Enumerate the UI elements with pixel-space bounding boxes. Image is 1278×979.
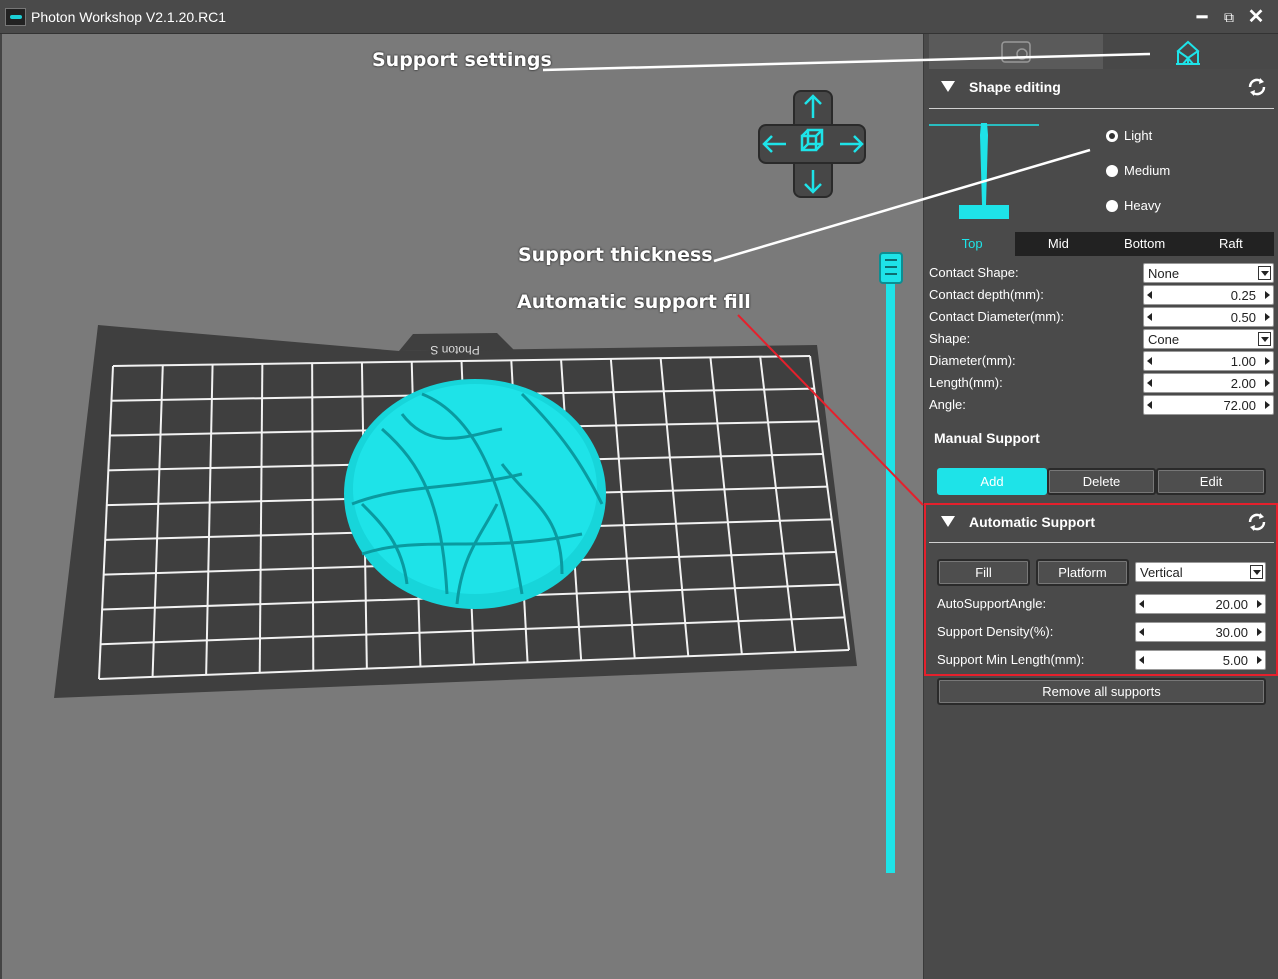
increase-arrow-icon[interactable]	[1257, 656, 1262, 664]
minimize-button[interactable]: ━	[1192, 6, 1212, 28]
automatic-support-title: Automatic Support	[969, 514, 1095, 530]
platform-button[interactable]: Platform	[1036, 559, 1129, 586]
refresh-icon[interactable]	[1245, 510, 1269, 534]
support-min-length-spinner[interactable]: 5.00	[1135, 650, 1266, 670]
annotation-support-settings: Support settings	[372, 49, 552, 71]
support-density-spinner[interactable]: 30.00	[1135, 622, 1266, 642]
layer-slider-track[interactable]	[886, 283, 895, 873]
shape-editing-header[interactable]: Shape editing	[924, 69, 1278, 105]
decrease-arrow-icon[interactable]	[1147, 357, 1152, 365]
auto-support-angle-row: AutoSupportAngle: 20.00	[937, 593, 1278, 615]
diameter-spinner[interactable]: 1.00	[1143, 351, 1274, 371]
contact-shape-select[interactable]: None	[1143, 263, 1274, 283]
dropdown-arrow-icon[interactable]	[1250, 565, 1263, 579]
increase-arrow-icon[interactable]	[1257, 600, 1262, 608]
length-spinner[interactable]: 2.00	[1143, 373, 1274, 393]
close-button[interactable]: ✕	[1246, 6, 1266, 28]
radio-dot[interactable]	[1106, 129, 1118, 142]
support-part-tabs: Top Mid Bottom Raft	[929, 232, 1274, 256]
increase-arrow-icon[interactable]	[1265, 291, 1270, 299]
manual-support-title: Manual Support	[934, 430, 1040, 446]
thickness-heavy-radio[interactable]: Heavy	[1106, 198, 1161, 213]
radio-dot[interactable]	[1106, 164, 1118, 177]
decrease-arrow-icon[interactable]	[1147, 401, 1152, 409]
increase-arrow-icon[interactable]	[1265, 357, 1270, 365]
printer-gear-icon	[1001, 41, 1031, 63]
tab-print-settings[interactable]	[929, 34, 1103, 69]
sphere-model[interactable]	[344, 379, 606, 609]
shape-select[interactable]: Cone	[1143, 329, 1274, 349]
radio-dot[interactable]	[1106, 199, 1118, 212]
auto-support-angle-spinner[interactable]: 20.00	[1135, 594, 1266, 614]
support-preview-icon	[929, 123, 1039, 219]
increase-arrow-icon[interactable]	[1265, 401, 1270, 409]
increase-arrow-icon[interactable]	[1265, 379, 1270, 387]
fill-button[interactable]: Fill	[937, 559, 1030, 586]
divider	[929, 542, 1274, 543]
divider	[929, 108, 1274, 109]
contact-depth-row: Contact depth(mm): 0.25	[929, 284, 1274, 306]
tab-raft[interactable]: Raft	[1188, 232, 1274, 256]
annotation-support-thickness: Support thickness	[518, 244, 713, 266]
title-bar: Photon Workshop V2.1.20.RC1 ━ ⧉ ✕	[0, 0, 1278, 34]
shape-editing-title: Shape editing	[969, 79, 1061, 95]
add-support-button[interactable]: Add	[937, 468, 1047, 495]
contact-diameter-row: Contact Diameter(mm): 0.50	[929, 306, 1274, 328]
contact-shape-row: Contact Shape: None	[929, 262, 1274, 284]
tab-mid[interactable]: Mid	[1015, 232, 1101, 256]
plate-label: Photon S	[430, 343, 479, 357]
angle-row: Angle: 72.00	[929, 394, 1274, 416]
decrease-arrow-icon[interactable]	[1147, 291, 1152, 299]
refresh-icon[interactable]	[1245, 75, 1269, 99]
thickness-light-radio[interactable]: Light	[1106, 128, 1152, 143]
edit-support-button[interactable]: Edit	[1156, 468, 1266, 495]
support-density-row: Support Density(%): 30.00	[937, 621, 1278, 643]
restore-button[interactable]: ⧉	[1219, 6, 1239, 28]
decrease-arrow-icon[interactable]	[1139, 628, 1144, 636]
scene-canvas: Photon S	[54, 90, 866, 698]
app-title: Photon Workshop V2.1.20.RC1	[31, 9, 227, 25]
app-logo-icon	[5, 8, 26, 26]
contact-diameter-spinner[interactable]: 0.50	[1143, 307, 1274, 327]
decrease-arrow-icon[interactable]	[1147, 313, 1152, 321]
collapse-triangle-icon[interactable]	[941, 81, 955, 92]
dropdown-arrow-icon[interactable]	[1258, 266, 1271, 280]
increase-arrow-icon[interactable]	[1265, 313, 1270, 321]
3d-viewport[interactable]: Photon S	[2, 34, 923, 979]
decrease-arrow-icon[interactable]	[1147, 379, 1152, 387]
direction-select[interactable]: Vertical	[1135, 562, 1266, 582]
layer-slider-handle[interactable]	[879, 252, 903, 284]
automatic-support-header[interactable]: Automatic Support	[924, 504, 1278, 540]
tab-support-settings[interactable]	[1103, 34, 1278, 69]
dropdown-arrow-icon[interactable]	[1258, 332, 1271, 346]
shape-row: Shape: Cone	[929, 328, 1274, 350]
thickness-medium-radio[interactable]: Medium	[1106, 163, 1170, 178]
angle-spinner[interactable]: 72.00	[1143, 395, 1274, 415]
remove-all-supports-button[interactable]: Remove all supports	[937, 678, 1266, 705]
length-row: Length(mm): 2.00	[929, 372, 1274, 394]
support-structure-icon	[1176, 40, 1200, 65]
tab-bottom[interactable]: Bottom	[1102, 232, 1188, 256]
delete-support-button[interactable]: Delete	[1047, 468, 1156, 495]
contact-depth-spinner[interactable]: 0.25	[1143, 285, 1274, 305]
diameter-row: Diameter(mm): 1.00	[929, 350, 1274, 372]
support-min-length-row: Support Min Length(mm): 5.00	[937, 649, 1278, 671]
decrease-arrow-icon[interactable]	[1139, 600, 1144, 608]
annotation-automatic-support-fill: Automatic support fill	[517, 291, 751, 313]
settings-panel: Shape editing Light Medium Heavy Top Mid…	[923, 34, 1278, 979]
view-navigation-pad[interactable]	[758, 90, 866, 198]
decrease-arrow-icon[interactable]	[1139, 656, 1144, 664]
collapse-triangle-icon[interactable]	[941, 516, 955, 527]
grid-line	[311, 363, 315, 671]
increase-arrow-icon[interactable]	[1257, 628, 1262, 636]
tab-top[interactable]: Top	[929, 232, 1016, 256]
